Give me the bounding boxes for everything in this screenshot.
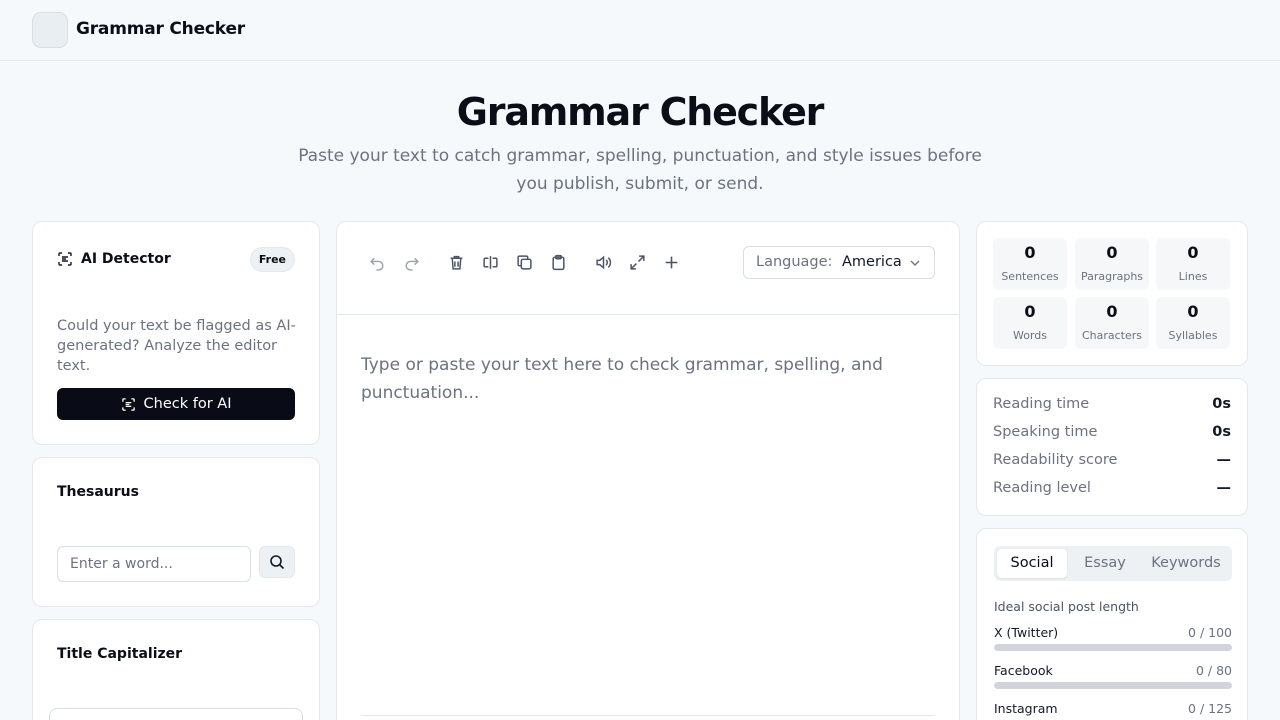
stat-label: Words [1012, 329, 1047, 342]
social-count: 0 / 100 [1188, 625, 1232, 640]
stat-label: Sentences [1001, 270, 1059, 283]
clear-button[interactable] [446, 252, 466, 272]
social-name: X (Twitter) [994, 625, 1059, 640]
metric-value: — [1216, 452, 1232, 468]
ai-detector-title: AI Detector [81, 251, 171, 267]
stat-paragraphs: 0 Paragraphs [1075, 238, 1149, 290]
tab-keywords[interactable]: Keywords [1144, 549, 1228, 578]
metric-label: Speaking time [993, 424, 1098, 440]
language-value: American English [842, 254, 902, 270]
stat-words: 0 Words [993, 297, 1067, 349]
stat-lines: 0 Lines [1156, 238, 1230, 290]
stat-syllables: 0 Syllables [1156, 297, 1230, 349]
stat-value: 0 [1106, 243, 1118, 262]
undo-icon [369, 257, 384, 271]
copy-button[interactable] [514, 252, 534, 272]
language-select[interactable]: Language: American English [743, 246, 935, 279]
trash-icon [450, 255, 462, 270]
stat-value: 0 [1187, 243, 1199, 262]
speaker-icon [595, 255, 611, 269]
social-item-twitter: X (Twitter) 0 / 100 [994, 625, 1232, 651]
title-capitalizer-title: Title Capitalizer [57, 646, 183, 662]
ai-detector-description: Could your text be flagged as AI-generat… [57, 318, 296, 374]
page-subtitle: Paste your text to catch grammar, spelli… [298, 146, 982, 194]
social-name: Facebook [994, 663, 1053, 678]
metric-label: Readability score [993, 452, 1118, 468]
editor-textarea[interactable]: Type or paste your text here to check gr… [361, 351, 901, 407]
social-count: 0 / 125 [1188, 701, 1232, 716]
paste-button[interactable] [548, 252, 568, 272]
text-stats-card: 0 Sentences 0 Paragraphs 0 Lines 0 Words… [976, 221, 1248, 366]
add-button[interactable] [661, 252, 681, 272]
thesaurus-card: Thesaurus [32, 457, 320, 607]
stat-label: Syllables [1168, 329, 1218, 342]
stat-sentences: 0 Sentences [993, 238, 1067, 290]
expand-icon [629, 254, 645, 270]
speaking-time-row: Speaking time 0s [993, 424, 1231, 444]
clipboard-icon [551, 254, 565, 270]
reading-level-row: Reading level — [993, 480, 1231, 500]
stat-characters: 0 Characters [1075, 297, 1149, 349]
length-guide-tabs: Social Essay Keywords [994, 546, 1232, 581]
text-cursor-icon [482, 255, 498, 269]
metric-value: — [1216, 480, 1232, 496]
stat-label: Lines [1178, 270, 1208, 283]
stat-value: 0 [1187, 302, 1199, 321]
tab-essay[interactable]: Essay [1069, 549, 1141, 578]
plus-icon [665, 256, 677, 268]
check-for-ai-label: Check for AI [143, 396, 232, 412]
social-count: 0 / 80 [1195, 663, 1232, 678]
social-name: Instagram [994, 701, 1058, 716]
ai-scan-icon [121, 397, 135, 411]
metric-value: 0s [1212, 396, 1231, 412]
chevron-down-icon [910, 260, 920, 266]
fullscreen-button[interactable] [627, 252, 647, 272]
stat-label: Characters [1081, 329, 1143, 342]
tab-social[interactable]: Social [997, 549, 1067, 578]
ai-detector-card: AI Detector Free Could your text be flag… [32, 221, 320, 445]
brand-name[interactable]: Grammar Checker [76, 19, 245, 39]
thesaurus-title: Thesaurus [57, 484, 139, 500]
toolbar-divider [337, 314, 959, 315]
stat-value: 0 [1024, 302, 1036, 321]
copy-icon [516, 254, 532, 270]
logo-square[interactable] [32, 12, 68, 48]
title-capitalizer-input[interactable] [49, 708, 303, 720]
text-format-button[interactable] [480, 252, 500, 272]
social-progress-bar [994, 682, 1232, 689]
page-title: Grammar Checker [456, 90, 825, 134]
reading-time-row: Reading time 0s [993, 396, 1231, 416]
ai-scan-icon [58, 252, 72, 266]
language-label: Language: [756, 254, 833, 270]
length-guide-card: Social Essay Keywords Ideal social post … [976, 528, 1248, 720]
top-bar: Grammar Checker [0, 0, 1280, 61]
metric-value: 0s [1212, 424, 1231, 440]
social-item-facebook: Facebook 0 / 80 [994, 663, 1232, 689]
free-badge: Free [249, 247, 295, 272]
readability-score-row: Readability score — [993, 452, 1231, 472]
social-heading: Ideal social post length [994, 599, 1139, 614]
editor-bottom-divider [361, 715, 935, 716]
social-item-instagram: Instagram 0 / 125 [994, 701, 1232, 720]
stat-label: Paragraphs [1080, 270, 1144, 283]
check-for-ai-button[interactable]: Check for AI [57, 388, 295, 420]
title-capitalizer-card: Title Capitalizer [32, 619, 320, 720]
stat-value: 0 [1106, 302, 1118, 321]
editor-card: Language: American English Type or paste… [336, 221, 960, 720]
thesaurus-input[interactable] [57, 546, 251, 582]
search-icon [270, 555, 285, 570]
reading-metrics-card: Reading time 0s Speaking time 0s Readabi… [976, 378, 1248, 516]
metric-label: Reading time [993, 396, 1090, 412]
stat-value: 0 [1024, 243, 1036, 262]
undo-button[interactable] [367, 252, 387, 272]
redo-icon [404, 257, 419, 271]
thesaurus-search-button[interactable] [259, 546, 295, 578]
read-aloud-button[interactable] [593, 252, 613, 272]
metric-label: Reading level [993, 480, 1091, 496]
social-progress-bar [994, 644, 1232, 651]
redo-button[interactable] [401, 252, 421, 272]
